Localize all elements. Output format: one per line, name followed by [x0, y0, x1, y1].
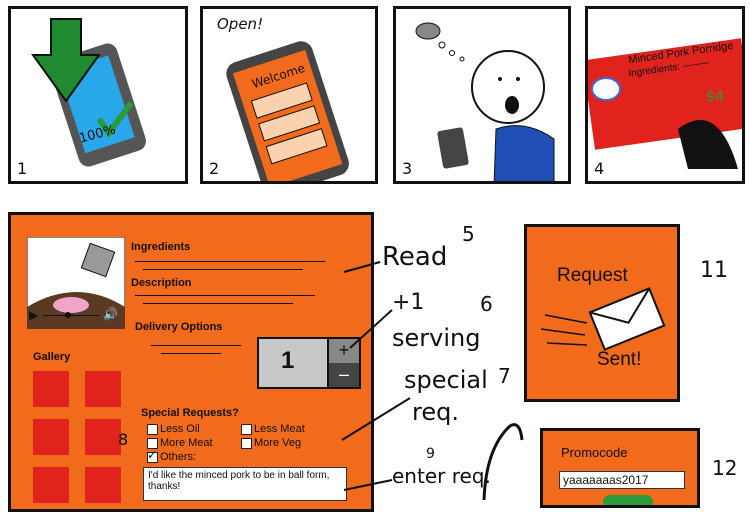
annotation-enter-req: enter req.: [392, 464, 491, 488]
apply-button[interactable]: [603, 495, 653, 505]
volume-icon[interactable]: 🔊: [103, 307, 118, 321]
panel-number: 4: [594, 159, 605, 178]
panel-number: 11: [700, 258, 728, 283]
promocode-label: Promocode: [561, 445, 628, 460]
ingredients-heading: Ingredients: [131, 241, 191, 253]
annotation-req: req.: [412, 398, 459, 426]
annotation-number: 7: [498, 364, 511, 388]
panel-number: 3: [402, 159, 413, 178]
increment-button[interactable]: +: [327, 339, 359, 363]
phone-illustration: [226, 41, 349, 181]
request-sent-line2: Sent!: [597, 349, 642, 370]
panel-number: 12: [712, 456, 738, 480]
special-request-input[interactable]: I'd like the minced pork to be in ball f…: [143, 467, 347, 501]
price-text: $4: [706, 89, 724, 105]
comic-panel-2: Open! Welcome 2: [200, 6, 378, 184]
annotation-number: 6: [480, 292, 493, 316]
annotation-number: 5: [462, 222, 475, 246]
promocode-screen: Promocode yaaaaaaas2017: [540, 428, 700, 508]
annotation-serving: serving: [392, 324, 481, 352]
panel-number: 1: [17, 159, 28, 178]
delivery-options-heading: Delivery Options: [135, 321, 223, 333]
checkbox[interactable]: [147, 423, 158, 435]
panel-number: 2: [209, 159, 220, 178]
special-requests-heading: Special Requests?: [141, 407, 239, 419]
annotation-number: 8: [118, 430, 129, 449]
gallery-thumbnail[interactable]: [85, 467, 121, 503]
option-label: Less Oil: [160, 423, 200, 435]
gallery-thumbnail[interactable]: [33, 467, 69, 503]
annotation-plus-one: +1: [392, 290, 425, 315]
option-others[interactable]: Others:: [147, 448, 197, 463]
request-sent-line1: Request: [557, 265, 628, 286]
audio-control[interactable]: ▶ 🔊: [29, 307, 121, 323]
quantity-value: 1: [281, 347, 295, 374]
checkbox[interactable]: [147, 448, 158, 463]
gallery-heading: Gallery: [33, 351, 71, 363]
comic-panel-4: Minced Pork Porridge Ingredients: ------…: [585, 6, 745, 184]
request-sent-screen: Request Sent!: [524, 224, 680, 402]
person-illustration: [415, 22, 555, 181]
gallery-thumbnail[interactable]: [33, 371, 69, 407]
open-caption: Open!: [217, 15, 264, 33]
option-less-oil[interactable]: Less Oil: [147, 423, 200, 435]
comic-panel-3: 3: [393, 6, 571, 184]
play-icon[interactable]: ▶: [29, 308, 38, 322]
gallery-thumbnail[interactable]: [85, 419, 121, 455]
food-detail-screen: ▶ 🔊 Ingredients Description Delivery Opt…: [8, 212, 374, 512]
annotation-read: Read: [382, 242, 448, 272]
annotation-special: special: [404, 366, 488, 394]
gallery-thumbnail[interactable]: [85, 371, 121, 407]
option-less-meat[interactable]: Less Meat: [241, 423, 305, 435]
comic-panel-1: 100% 1: [8, 6, 188, 184]
option-more-veg[interactable]: More Veg: [241, 437, 301, 449]
option-label: More Meat: [160, 437, 213, 449]
quantity-stepper[interactable]: 1 + –: [257, 337, 361, 389]
download-illustration: [31, 18, 146, 167]
description-heading: Description: [131, 277, 192, 289]
annotation-number: 9: [426, 446, 435, 462]
promocode-input[interactable]: yaaaaaaas2017: [559, 471, 685, 489]
option-label: Less Meat: [254, 423, 305, 435]
decrement-button[interactable]: –: [327, 363, 359, 387]
option-label: More Veg: [254, 437, 302, 449]
checkbox[interactable]: [241, 437, 252, 449]
checkbox[interactable]: [241, 423, 252, 435]
option-label: Others:: [160, 451, 197, 463]
gallery-thumbnail[interactable]: [33, 419, 69, 455]
envelope-icon: [540, 287, 666, 351]
